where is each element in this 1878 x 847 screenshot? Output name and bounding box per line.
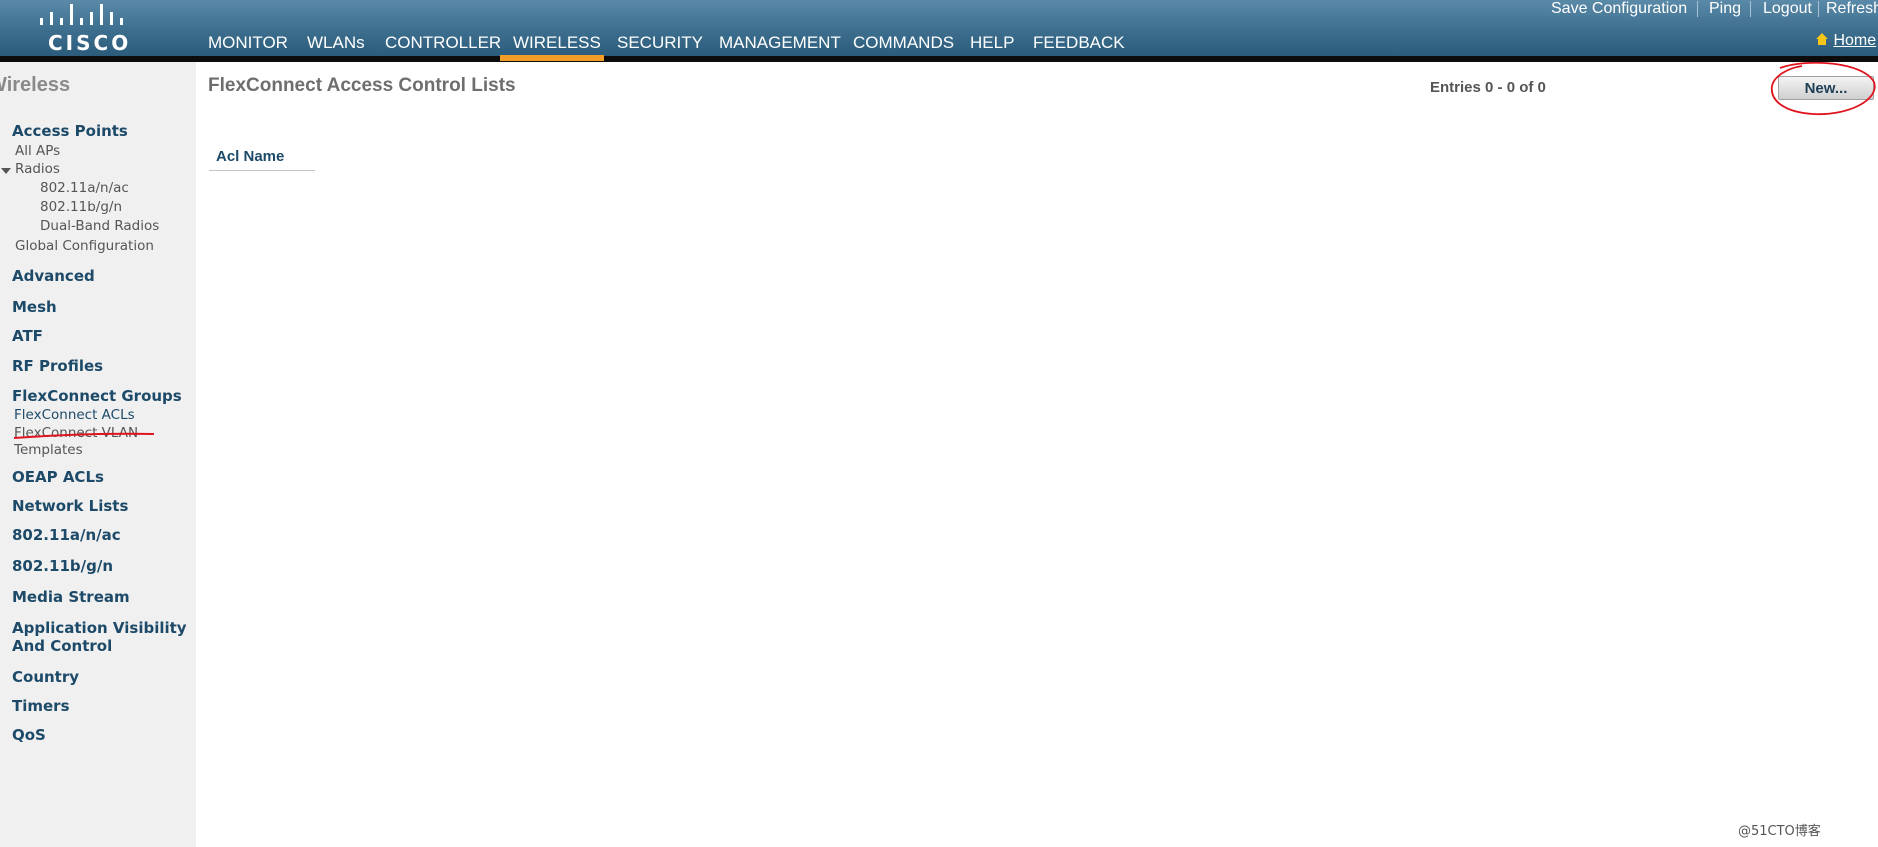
home-icon [1816, 33, 1828, 45]
sidebar-title: Wireless [0, 74, 71, 96]
red-annotation-circle [1771, 61, 1876, 115]
sidebar-item-timers[interactable]: Timers [12, 697, 70, 715]
sidebar-item-80211b[interactable]: 802.11b/g/n [12, 557, 113, 575]
sidebar-item-dual-band[interactable]: Dual-Band Radios [40, 218, 159, 234]
sidebar-item-country[interactable]: Country [12, 668, 79, 686]
sidebar-item-advanced[interactable]: Advanced [12, 267, 95, 285]
nav-monitor[interactable]: MONITOR [208, 33, 288, 53]
sidebar: Wireless Access Points All APs Radios 80… [0, 62, 196, 847]
nav-help[interactable]: HELP [970, 33, 1014, 53]
refresh-link[interactable]: Refresh [1826, 0, 1878, 18]
nav-wlans[interactable]: WLANs [307, 33, 365, 53]
sidebar-item-flexconnect-acls[interactable]: FlexConnect ACLs [14, 407, 135, 423]
header-divider [0, 56, 1878, 62]
nav-controller[interactable]: CONTROLLER [385, 33, 501, 53]
sidebar-item-radios[interactable]: Radios [15, 161, 60, 177]
sidebar-item-80211a[interactable]: 802.11a/n/ac [12, 526, 121, 544]
sidebar-item-qos[interactable]: QoS [12, 726, 46, 744]
watermark: @51CTO博客 [1738, 824, 1821, 839]
nav-commands[interactable]: COMMANDS [853, 33, 954, 53]
nav-wireless[interactable]: WIRELESS [513, 33, 601, 53]
nav-security[interactable]: SECURITY [617, 33, 703, 53]
separator [1818, 1, 1819, 17]
nav-management[interactable]: MANAGEMENT [719, 33, 841, 53]
sidebar-item-avc-line2[interactable]: And Control [12, 637, 112, 655]
red-annotation-underline [14, 432, 154, 439]
logout-link[interactable]: Logout [1763, 0, 1812, 18]
sidebar-item-oeap-acls[interactable]: OEAP ACLs [12, 468, 104, 486]
sidebar-item-rf-profiles[interactable]: RF Profiles [12, 357, 103, 375]
page-title: FlexConnect Access Control Lists [208, 75, 516, 96]
active-tab-indicator [500, 55, 604, 61]
sidebar-item-mesh[interactable]: Mesh [12, 298, 57, 316]
sidebar-item-flexconnect-vlan-templates[interactable]: Templates [14, 442, 83, 458]
sidebar-item-media-stream[interactable]: Media Stream [12, 588, 130, 606]
cisco-wordmark: CISCO [48, 31, 132, 55]
sidebar-item-atf[interactable]: ATF [12, 327, 43, 345]
sidebar-item-access-points[interactable]: Access Points [12, 122, 128, 140]
sidebar-item-global-configuration[interactable]: Global Configuration [15, 238, 154, 254]
entries-count: Entries 0 - 0 of 0 [1430, 79, 1546, 96]
sidebar-item-all-aps[interactable]: All APs [15, 143, 60, 159]
save-configuration-link[interactable]: Save Configuration [1551, 0, 1687, 18]
separator [1697, 1, 1698, 17]
separator [1750, 1, 1751, 17]
sidebar-item-avc[interactable]: Application Visibility [12, 619, 187, 637]
expand-arrow-icon[interactable] [1, 168, 11, 174]
sidebar-item-flexconnect-groups[interactable]: FlexConnect Groups [12, 387, 182, 405]
ping-link[interactable]: Ping [1709, 0, 1741, 18]
sidebar-item-network-lists[interactable]: Network Lists [12, 497, 128, 515]
sidebar-item-radio-80211a[interactable]: 802.11a/n/ac [40, 180, 129, 196]
top-header: CISCO MONITOR WLANs CONTROLLER WIRELESS … [0, 0, 1878, 56]
sidebar-item-radio-80211b[interactable]: 802.11b/g/n [40, 199, 122, 215]
column-header-acl-name[interactable]: Acl Name [216, 148, 284, 165]
nav-feedback[interactable]: FEEDBACK [1033, 33, 1125, 53]
home-link[interactable]: Home [1815, 32, 1876, 50]
home-label: Home [1833, 32, 1877, 49]
column-header-divider [209, 170, 315, 171]
